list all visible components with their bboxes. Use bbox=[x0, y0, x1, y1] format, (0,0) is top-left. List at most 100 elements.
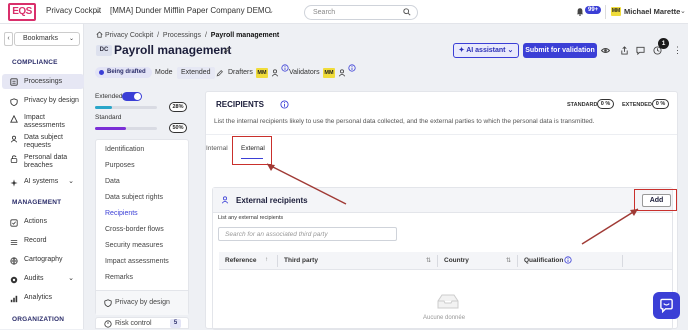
sort-icon[interactable]: ⇅ bbox=[506, 257, 511, 264]
breadcrumb-item-processings[interactable]: Processings bbox=[163, 32, 201, 39]
section-link-cross-border-flows[interactable]: Cross-border flows bbox=[105, 226, 164, 233]
tab-internal[interactable]: Internal bbox=[206, 145, 228, 152]
chat-assistant-button[interactable] bbox=[653, 292, 680, 319]
section-link-remarks[interactable]: Remarks bbox=[105, 274, 133, 281]
sidebar-item-impact-assessments[interactable]: Impact assessments bbox=[2, 114, 84, 130]
sidebar-item-label: Impact assessments bbox=[24, 114, 65, 129]
chevron-down-icon[interactable]: ⌄ bbox=[268, 7, 274, 15]
info-icon[interactable] bbox=[348, 64, 356, 72]
section-link-recipients[interactable]: Recipients bbox=[105, 210, 138, 217]
share-icon[interactable] bbox=[620, 46, 629, 55]
risk-control-row[interactable]: Risk control 5 bbox=[95, 317, 189, 329]
info-icon[interactable] bbox=[564, 256, 572, 264]
extended-progress-label: Extended bbox=[95, 93, 123, 100]
shield-icon bbox=[104, 299, 112, 307]
step-callout-badge: 1 bbox=[658, 38, 669, 49]
sidebar-item-personal-data-breaches[interactable]: Personal data breaches bbox=[2, 154, 84, 170]
section-link-identification[interactable]: Identification bbox=[105, 146, 144, 153]
sidebar-item-privacy-by-design[interactable]: Privacy by design bbox=[2, 97, 84, 106]
global-search-input[interactable]: Search bbox=[304, 5, 418, 20]
pencil-icon bbox=[216, 70, 223, 77]
section-link-security-measures[interactable]: Security measures bbox=[105, 242, 163, 249]
standard-progress-percent: 50% bbox=[169, 123, 187, 133]
collapse-sidebar-button[interactable]: ‹ bbox=[4, 32, 13, 46]
sidebar-item-label: Audits bbox=[24, 275, 44, 282]
sidebar-item-audits[interactable]: Audits ⌄ bbox=[2, 275, 84, 284]
section-link-data[interactable]: Data bbox=[105, 178, 120, 185]
chevron-down-icon[interactable]: ⌄ bbox=[95, 7, 101, 15]
standard-progress-fill bbox=[95, 127, 126, 130]
extended-progress-fill bbox=[95, 106, 113, 109]
user-requests-icon bbox=[10, 135, 18, 143]
external-recipients-card: External recipients List any external re… bbox=[212, 187, 673, 330]
search-icon[interactable] bbox=[403, 8, 411, 16]
app-logo[interactable]: EQS bbox=[8, 3, 36, 21]
chevron-down-icon[interactable]: ⌄ bbox=[680, 7, 686, 15]
privacy-by-design-link[interactable]: Privacy by design bbox=[115, 299, 170, 306]
risk-count-badge: 5 bbox=[170, 319, 181, 328]
column-divider bbox=[622, 255, 623, 267]
notification-count-badge[interactable]: 99+ bbox=[585, 6, 602, 14]
sidebar-item-label: AI systems bbox=[24, 178, 59, 185]
chevron-down-icon: ⌄ bbox=[68, 36, 74, 42]
toggle-knob bbox=[134, 93, 141, 100]
section-link-data-subject-rights[interactable]: Data subject rights bbox=[105, 194, 163, 201]
organization-switcher[interactable]: [MMA] Dunder Mifflin Paper Company DEMO bbox=[110, 6, 271, 15]
mode-value-toggle[interactable]: Extended bbox=[177, 67, 215, 79]
sort-icon[interactable]: ↑ bbox=[265, 257, 268, 263]
person-icon bbox=[221, 196, 229, 204]
column-divider bbox=[437, 255, 438, 267]
validator-avatar[interactable]: MM bbox=[323, 68, 335, 78]
column-header-country[interactable]: Country bbox=[444, 257, 469, 264]
processing-type-badge: DC bbox=[96, 45, 112, 56]
bookmarks-dropdown[interactable]: Bookmarks ⌄ bbox=[14, 32, 80, 46]
section-link-impact-assessments[interactable]: Impact assessments bbox=[105, 258, 169, 265]
ai-assistant-button[interactable]: ✦ AI assistant ⌄ bbox=[453, 43, 519, 58]
sidebar-item-label: Actions bbox=[24, 218, 47, 225]
comment-icon[interactable] bbox=[636, 46, 645, 55]
info-icon[interactable] bbox=[281, 64, 289, 72]
map-icon bbox=[10, 257, 18, 265]
ai-icon bbox=[10, 179, 18, 187]
home-icon[interactable] bbox=[96, 31, 103, 38]
user-avatar[interactable]: MM bbox=[611, 7, 621, 16]
drafter-avatar[interactable]: MM bbox=[256, 68, 268, 78]
sidebar-item-processings[interactable]: Processings bbox=[2, 74, 84, 89]
column-header-qualification[interactable]: Qualification bbox=[524, 257, 563, 264]
third-party-search-input[interactable]: Search for an associated third party bbox=[218, 227, 397, 241]
more-options-icon[interactable]: ⋮ bbox=[673, 45, 682, 56]
validators-label: Validators bbox=[289, 69, 320, 76]
info-icon[interactable] bbox=[280, 100, 289, 109]
eye-icon[interactable] bbox=[601, 46, 610, 55]
bell-icon[interactable] bbox=[576, 7, 584, 16]
extended-mode-toggle[interactable] bbox=[122, 92, 142, 101]
standard-progress-label: Standard bbox=[95, 114, 122, 121]
highlight-box-add-button bbox=[634, 189, 677, 211]
standard-progress-bar bbox=[95, 127, 157, 130]
sidebar-item-ai-systems[interactable]: AI systems ⌄ bbox=[2, 178, 84, 187]
sort-icon[interactable]: ⇅ bbox=[426, 257, 431, 264]
submit-for-validation-button[interactable]: Submit for validation bbox=[523, 43, 597, 58]
main-area: Privacy Cockpit / Processings / Payroll … bbox=[85, 24, 688, 330]
sidebar-item-actions[interactable]: Actions bbox=[2, 218, 84, 227]
add-person-icon[interactable] bbox=[338, 69, 346, 77]
shield-icon bbox=[10, 98, 18, 106]
mode-label: Mode bbox=[155, 69, 173, 76]
section-link-purposes[interactable]: Purposes bbox=[105, 162, 135, 169]
product-switcher[interactable]: Privacy Cockpit bbox=[46, 6, 101, 15]
sidebar-item-data-subject-requests[interactable]: Data subject requests bbox=[2, 134, 84, 150]
column-header-third-party[interactable]: Third party bbox=[284, 257, 318, 264]
extended-score-value: 0 % bbox=[652, 99, 669, 109]
page-title: Payroll management bbox=[114, 43, 232, 57]
sidebar-item-label: Cartography bbox=[24, 256, 63, 263]
sidebar-item-analytics[interactable]: Analytics bbox=[2, 294, 84, 303]
breadcrumb-item-privacy-cockpit[interactable]: Privacy Cockpit bbox=[105, 32, 153, 39]
actions-icon bbox=[10, 219, 18, 227]
sidebar-item-cartography[interactable]: Cartography bbox=[2, 256, 84, 265]
column-header-reference[interactable]: Reference bbox=[225, 257, 256, 264]
user-name[interactable]: Michael Marette bbox=[624, 7, 680, 16]
add-person-icon[interactable] bbox=[271, 69, 279, 77]
edit-icon[interactable] bbox=[223, 46, 231, 54]
standard-score-label: STANDARD bbox=[567, 102, 598, 108]
sidebar-item-record[interactable]: Record bbox=[2, 237, 84, 245]
